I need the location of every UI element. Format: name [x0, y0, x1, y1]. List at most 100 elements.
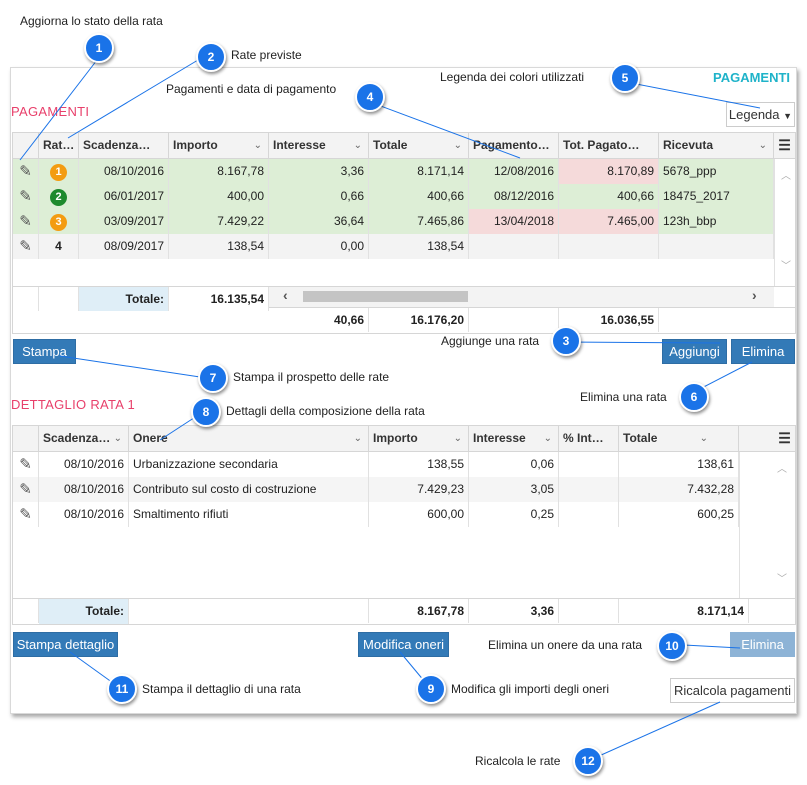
edit-pencil-icon[interactable]: ✎	[13, 209, 39, 234]
table-row[interactable]: ✎ 1 08/10/2016 8.167,78 3,36 8.171,14 12/08/20…	[13, 159, 774, 184]
totale-interesse: 40,66	[269, 308, 369, 332]
col-scadenza[interactable]: Scadenza…	[79, 133, 169, 158]
ricalcola-pagamenti-button[interactable]: Ricalcola pagamenti	[670, 678, 795, 703]
chevron-down-icon: ⌄	[453, 433, 462, 444]
col-rata[interactable]: Rat…	[39, 133, 79, 158]
chevron-up-icon[interactable]: ︿	[777, 460, 787, 475]
cell-pagamento: 12/08/2016	[469, 159, 559, 184]
cell-ricevuta: 123h_bbp	[659, 209, 774, 234]
modifica-oneri-button[interactable]: Modifica oneri	[358, 632, 449, 657]
cell-interesse: 0,00	[269, 234, 369, 259]
col-interesse[interactable]: Interesse ⌄	[269, 133, 369, 158]
dettaglio-totals-row: Totale: 8.167,78 3,36 8.171,14	[13, 598, 795, 624]
cell-tot-pagato	[559, 234, 659, 259]
edit-pencil-icon[interactable]: ✎	[13, 452, 39, 477]
cell-pagamento: 08/12/2016	[469, 184, 559, 209]
callout-3: 3	[551, 326, 581, 356]
rata-number: 3	[39, 209, 79, 234]
cell-importo: 138,54	[169, 234, 269, 259]
col-d-totale[interactable]: Totale ⌄	[619, 426, 739, 451]
cell-importo: 7.429,22	[169, 209, 269, 234]
col-d-perc[interactable]: % Int…	[559, 426, 619, 451]
pagamenti-grid: Rat… Scadenza… Importo ⌄ Interesse ⌄ Total…	[12, 132, 796, 334]
annotation-2-text: Rate previste	[231, 48, 302, 62]
status-badge[interactable]: 1	[50, 164, 67, 181]
chevron-left-icon[interactable]: ‹	[283, 287, 288, 303]
edit-pencil-icon[interactable]: ✎	[13, 234, 39, 259]
callout-5: 5	[610, 63, 640, 93]
legend-label: Legenda	[728, 107, 780, 122]
elimina-onere-button[interactable]: Elimina	[730, 632, 795, 657]
menu-icon[interactable]: ☰	[774, 133, 795, 158]
totale-totale: 16.176,20	[369, 308, 469, 332]
pagamenti-title: PAGAMENTI	[11, 104, 90, 119]
cell-d-perc	[559, 477, 619, 502]
col-importo[interactable]: Importo ⌄	[169, 133, 269, 158]
rata-number: 4	[39, 234, 79, 259]
scrollbar-thumb[interactable]	[303, 291, 468, 302]
table-row[interactable]: ✎ 4 08/09/2017 138,54 0,00 138,54	[13, 234, 774, 259]
annotation-6-text: Elimina una rata	[580, 390, 667, 404]
chevron-up-icon[interactable]: ︿	[781, 167, 791, 182]
annotation-11-text: Stampa il dettaglio di una rata	[142, 682, 301, 696]
annotation-4-text: Pagamenti e data di pagamento	[166, 82, 337, 96]
aggiungi-button[interactable]: Aggiungi	[662, 339, 727, 364]
table-row[interactable]: ✎ 3 03/09/2017 7.429,22 36,64 7.465,86 13/04/2…	[13, 209, 774, 234]
table-row[interactable]: ✎ 08/10/2016 Contributo sul costo di costr…	[13, 477, 739, 502]
cell-pagamento	[469, 234, 559, 259]
cell-ricevuta	[659, 234, 774, 259]
col-d-scadenza[interactable]: Scadenza… ⌄	[39, 426, 129, 451]
pagamenti-grid-header: Rat… Scadenza… Importo ⌄ Interesse ⌄ Total…	[13, 133, 795, 159]
vertical-scrollbar[interactable]: ︿ ﹀	[739, 452, 795, 598]
d-totale-totale: 8.171,14	[619, 599, 749, 623]
table-row[interactable]: ✎ 08/10/2016 Smaltimento rifiuti 600,00 0,25…	[13, 502, 739, 527]
cell-pagamento: 13/04/2018	[469, 209, 559, 234]
vertical-scrollbar[interactable]: ︿ ﹀	[774, 159, 795, 286]
cell-d-importo: 7.429,23	[369, 477, 469, 502]
callout-8: 8	[191, 397, 221, 427]
table-row[interactable]: ✎ 08/10/2016 Urbanizzazione secondaria 138,…	[13, 452, 739, 477]
col-totale[interactable]: Totale ⌄	[369, 133, 469, 158]
callout-7: 7	[198, 363, 228, 393]
cell-scadenza: 06/01/2017	[79, 184, 169, 209]
edit-pencil-icon[interactable]: ✎	[13, 159, 39, 184]
dettaglio-grid-header: Scadenza… ⌄ Onere ⌄ Importo ⌄ Interesse ⌄ % …	[13, 426, 795, 452]
stampa-button[interactable]: Stampa	[13, 339, 76, 364]
d-totale-importo: 8.167,78	[369, 599, 469, 623]
d-totale-label: Totale:	[39, 599, 129, 624]
legend-dropdown[interactable]: Legenda ▼	[726, 102, 795, 127]
elimina-rata-button[interactable]: Elimina	[731, 339, 795, 364]
cell-d-importo: 600,00	[369, 502, 469, 527]
cell-d-onere: Contributo sul costo di costruzione	[129, 477, 369, 502]
chevron-down-icon: ⌄	[699, 433, 708, 444]
chevron-down-icon[interactable]: ﹀	[777, 570, 787, 585]
chevron-down-icon[interactable]: ﹀	[781, 257, 791, 272]
annotation-5-text: Legenda dei colori utilizzati	[440, 70, 585, 84]
chevron-right-icon[interactable]: ›	[752, 287, 757, 303]
table-row[interactable]: ✎ 2 06/01/2017 400,00 0,66 400,66 08/12/2016 40…	[13, 184, 774, 209]
callout-11: 11	[107, 674, 137, 704]
cell-scadenza: 03/09/2017	[79, 209, 169, 234]
edit-pencil-icon[interactable]: ✎	[13, 502, 39, 527]
col-d-onere[interactable]: Onere ⌄	[129, 426, 369, 451]
cell-d-onere: Smaltimento rifiuti	[129, 502, 369, 527]
status-badge[interactable]: 3	[50, 214, 67, 231]
col-pagamento[interactable]: Pagamento…	[469, 133, 559, 158]
cell-totale: 8.171,14	[369, 159, 469, 184]
stampa-dettaglio-button[interactable]: Stampa dettaglio	[13, 632, 118, 657]
menu-icon[interactable]: ☰	[774, 426, 795, 451]
cell-ricevuta: 18475_2017	[659, 184, 774, 209]
edit-pencil-icon[interactable]: ✎	[13, 477, 39, 502]
callout-4: 4	[355, 82, 385, 112]
col-ricevuta[interactable]: Ricevuta ⌄	[659, 133, 774, 158]
cell-d-scadenza: 08/10/2016	[39, 502, 129, 527]
edit-pencil-icon[interactable]: ✎	[13, 184, 39, 209]
horizontal-scrollbar[interactable]: ‹ ›	[269, 286, 774, 307]
status-badge[interactable]: 2	[50, 189, 67, 206]
col-d-importo[interactable]: Importo ⌄	[369, 426, 469, 451]
callout-1: 1	[84, 33, 114, 63]
annotation-10-text: Elimina un onere da una rata	[488, 638, 643, 652]
col-tot-pagato[interactable]: Tot. Pagato…	[559, 133, 659, 158]
caret-down-icon: ▼	[783, 111, 793, 121]
col-d-interesse[interactable]: Interesse ⌄	[469, 426, 559, 451]
